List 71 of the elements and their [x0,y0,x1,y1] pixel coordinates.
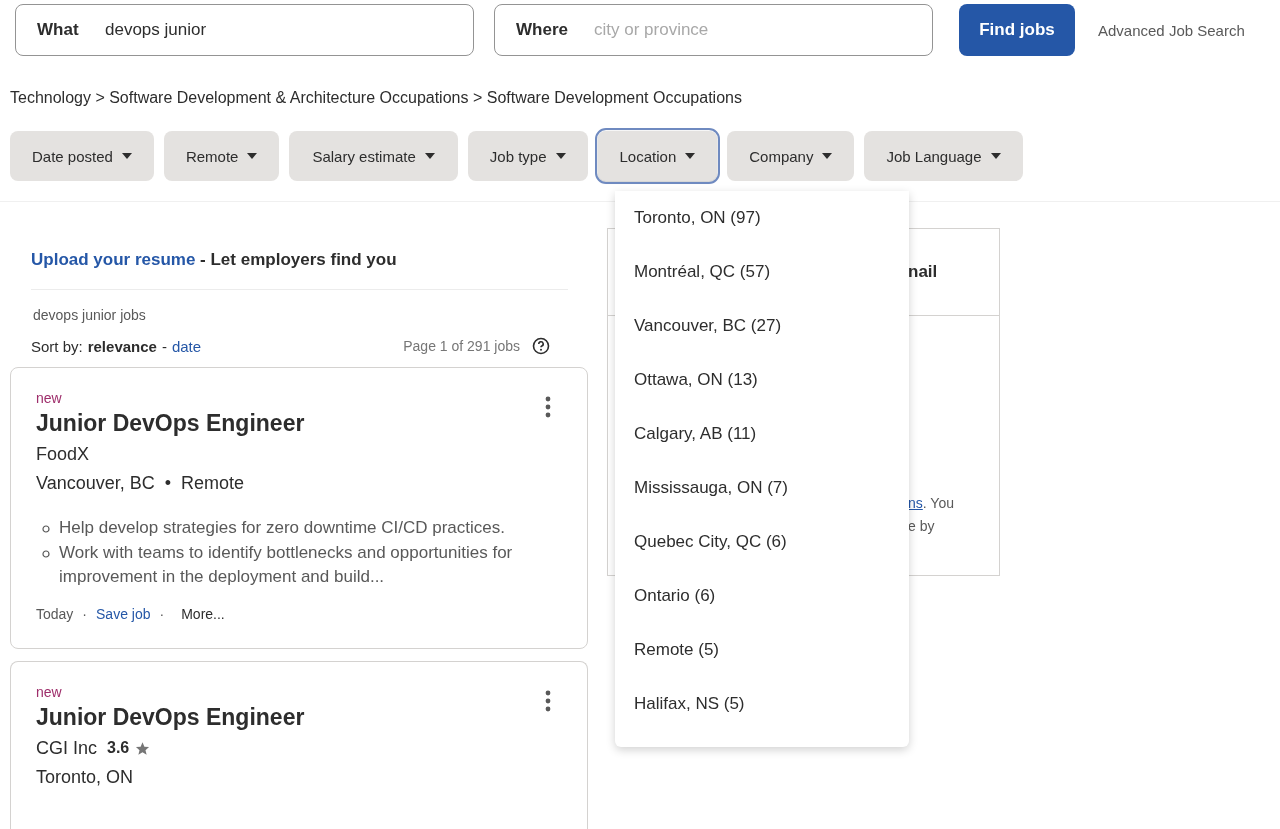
separator: · [159,605,165,622]
job-card[interactable]: new Junior DevOps Engineer CGI Inc 3.6 Toronto, ON [10,660,588,829]
caret-icon [555,153,566,159]
panel-text: e by [908,518,935,534]
location-option[interactable]: Calgary, AB (11) [615,413,909,467]
page-count: Page 1 of 291 jobs [403,338,520,354]
bullet-icon [42,525,50,533]
caret-icon [247,153,258,159]
sort-option[interactable]: date [171,337,202,355]
find-jobs-button[interactable]: Find jobs [959,4,1075,56]
job-snippet: Work with teams to identify bottlenecks and opportunities for improvement in the deployment and build... [59,541,514,588]
new-label: new [36,683,63,700]
caret-icon [822,153,833,159]
location-option[interactable]: Mississauga, ON (7) [615,467,909,521]
results-title: devops junior jobs [33,307,147,323]
filter-dropdown[interactable]: Job type [467,131,588,181]
filter-dropdown[interactable]: Salary estimate [289,131,458,181]
what-input[interactable]: devops junior [105,20,405,40]
job-location: Vancouver, BC [36,473,155,494]
panel-heading: nail [908,262,938,282]
panel-text: ns. You [908,495,954,511]
caret-icon [685,153,696,159]
separator: · [82,605,88,622]
where-input[interactable]: city or province [594,20,894,40]
field-label: Where [516,20,569,40]
location-option[interactable]: Halifax, NS (5) [615,683,909,737]
filter-dropdown[interactable]: Remote [163,131,280,181]
location-option[interactable]: Quebec City, QC (6) [615,521,909,575]
caret-icon [990,153,1001,159]
location-option[interactable]: Ontario (6) [615,575,909,629]
help-icon[interactable] [532,337,550,355]
sort-option[interactable]: relevance [87,337,157,355]
star-icon [135,740,151,756]
filter-dropdown[interactable]: Date posted [10,131,154,181]
company-rating: 3.6 [107,739,130,757]
job-location: Remote [181,473,245,494]
save-job-link[interactable]: Save job [96,605,151,622]
more-options-icon[interactable] [545,689,551,712]
location-option[interactable]: Remote (5) [615,629,909,683]
company-name: FoodX [36,444,90,465]
where-field[interactable]: Where city or province [494,4,933,56]
separator: • [164,473,172,494]
bullet-icon [42,549,50,558]
new-label: new [36,390,63,406]
more-options-icon[interactable] [545,396,551,418]
job-snippet: Help develop strategies for zero downtime CI/CD practices. [59,517,505,539]
posted-date: Today [36,605,74,622]
job-location: Toronto, ON [36,766,134,788]
location-option[interactable]: Toronto, ON (97) [615,197,909,251]
job-title[interactable]: Junior DevOps Engineer [36,410,562,437]
panel-link[interactable]: ns [908,495,923,511]
company-name: CGI Inc [36,737,97,759]
location-option[interactable]: Montréal, QC (57) [615,251,909,305]
location-option[interactable]: Ottawa, ON (13) [615,359,909,413]
caret-icon [424,153,435,159]
filter-dropdown[interactable]: Company [727,131,855,181]
more-link[interactable]: More... [181,605,225,622]
job-card[interactable] [10,367,588,649]
upload-resume-link[interactable]: Upload your resume [31,250,196,269]
filter-dropdown[interactable]: Location [597,131,718,181]
location-option[interactable]: Vancouver, BC (27) [615,305,909,359]
resume-banner-text: Upload your resume - Let employers find you [31,250,398,270]
caret-icon [121,153,132,159]
separator: - [161,337,167,355]
what-field[interactable]: What devops junior [15,4,474,56]
job-title[interactable]: Junior DevOps Engineer [36,703,562,731]
filter-dropdown[interactable]: Job Language [864,131,1023,181]
sort-label: Sort by: [31,337,83,355]
field-label: What [37,20,80,40]
advanced-search-link[interactable]: Advanced Job Search [1098,21,1245,39]
breadcrumb: Technology > Software Development & Architecture Occupations > Software Development Occupations [10,89,743,107]
